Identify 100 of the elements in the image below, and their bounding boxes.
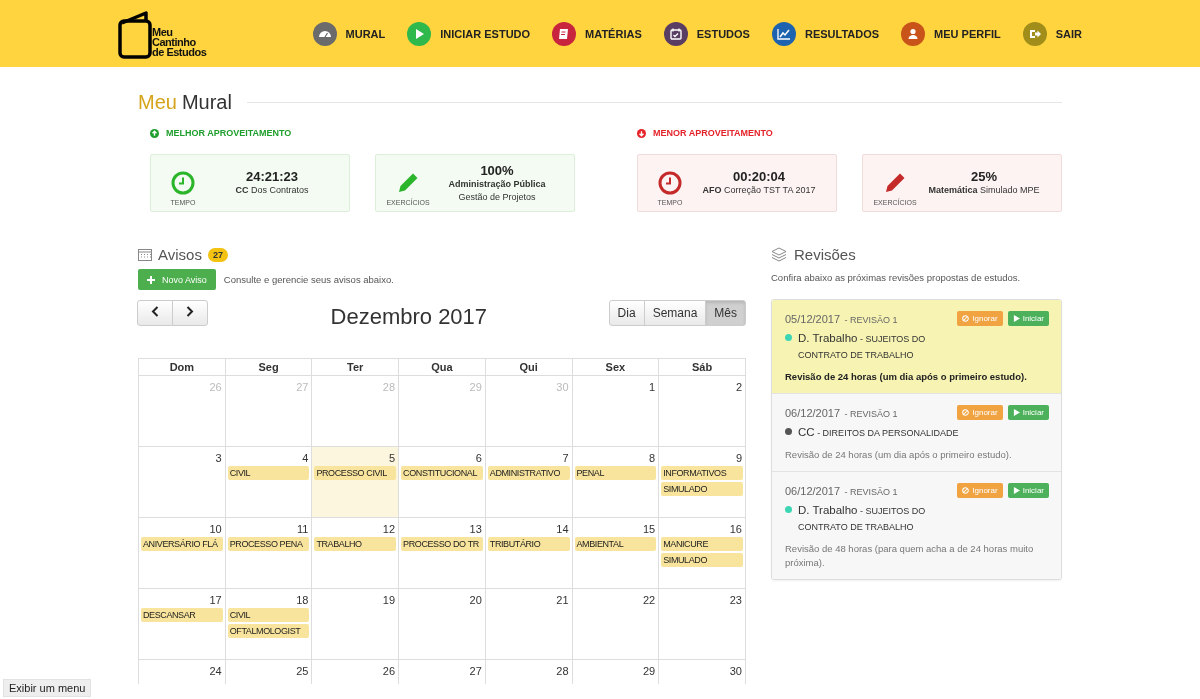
plus-icon (147, 275, 155, 284)
calendar-day[interactable]: 15 AMBIENTAL (572, 517, 659, 589)
calendar-day[interactable]: 3 (138, 446, 226, 518)
day-number: 27 (295, 380, 310, 395)
review-date: 06/12/2017 (785, 485, 841, 497)
clock-icon (171, 170, 195, 195)
chevron-right-icon (186, 306, 194, 317)
calendar-day[interactable]: 9 INFORMATIVOS SIMULADO (658, 446, 746, 518)
ban-icon (962, 408, 970, 416)
day-number: 1 (648, 380, 657, 395)
page-title: Mural (181, 91, 232, 114)
calendar-day[interactable]: 13 PROCESSO DO TR (398, 517, 486, 589)
calendar-day[interactable]: 12 TRABALHO (311, 517, 399, 589)
view-tab[interactable]: Dia (608, 300, 645, 326)
day-number: 27 (468, 664, 483, 679)
stat-value: 25% (971, 169, 997, 184)
hint-text: Consulte e gerencie seus avisos abaixo. (223, 274, 394, 285)
stat-value: 100% (480, 162, 514, 178)
calendar-day[interactable]: 16 MANICURE SIMULADO (658, 517, 746, 589)
calendar-day[interactable]: 6 CONSTITUCIONAL (398, 446, 486, 518)
calendar-day[interactable]: 21 (485, 588, 572, 660)
event-label[interactable]: DESCANSAR (141, 608, 223, 622)
day-number: 24 (208, 664, 223, 679)
calendar-day[interactable]: 23 (658, 588, 746, 660)
event-label[interactable]: SIMULADO (661, 482, 743, 496)
review-date: 06/12/2017 (785, 407, 841, 419)
calendar-day[interactable]: 22 (572, 588, 659, 660)
event-label[interactable]: PROCESSO PENA (227, 537, 310, 551)
calendar-day[interactable]: 14 TRIBUTÁRIO (485, 517, 572, 589)
next-button[interactable] (172, 300, 208, 326)
day-number: 28 (555, 664, 570, 679)
nav-link[interactable]: SAIR (1022, 21, 1082, 46)
event-label[interactable]: CONSTITUCIONAL (401, 466, 483, 480)
nav-link[interactable]: MURAL (312, 21, 386, 46)
previous-button[interactable] (137, 300, 173, 326)
day-number: 19 (381, 593, 397, 608)
calendar-day[interactable]: 18 CIVIL OFTALMOLOGIST (225, 588, 312, 660)
calendar-icon (138, 248, 152, 261)
weekday-header: Ter (311, 358, 399, 376)
event-label[interactable]: CIVIL (227, 466, 310, 480)
day-number: 11 (296, 522, 310, 537)
event-label[interactable]: PENAL (574, 466, 657, 480)
group-label: MENOR APROVEITAMENTO (653, 128, 773, 138)
view-tab[interactable]: Mês (705, 300, 746, 326)
event-label[interactable]: INFORMATIVOS (661, 466, 743, 480)
calendar-day[interactable]: 5 PROCESSO CIVIL (311, 446, 399, 518)
calendar-day[interactable]: 11 PROCESSO PENA (225, 517, 312, 589)
calendar-title: Dezembro 2017 (330, 304, 488, 330)
calendar-day[interactable]: 4 CIVIL (225, 446, 312, 518)
review-label: - REVISÃO 1 (844, 409, 898, 419)
event-label[interactable]: CIVIL (227, 608, 310, 622)
event-label[interactable]: TRABALHO (314, 537, 397, 551)
event-label[interactable]: PROCESSO CIVIL (314, 466, 397, 480)
calendar-day[interactable]: 24 (138, 659, 226, 684)
nav-link[interactable]: MATÉRIAS (552, 21, 642, 46)
review-date: 05/12/2017 (785, 313, 841, 325)
calendar-day[interactable]: 8 PENAL (572, 446, 659, 518)
review-label: - REVISÃO 1 (844, 315, 898, 325)
nav-link[interactable]: INICIAR ESTUDO (407, 21, 531, 46)
day-number: 7 (561, 451, 570, 466)
play-icon (1012, 314, 1020, 322)
clock-icon (658, 170, 682, 195)
stat-subject: AFO Correção TST TA 2017 (702, 184, 816, 197)
calendar-day[interactable]: 19 (311, 588, 399, 660)
event-label[interactable]: OFTALMOLOGIST (227, 624, 310, 638)
ban-icon (962, 314, 970, 322)
nav-link[interactable]: MEU PERFIL (901, 21, 1001, 46)
calendar-day[interactable]: 20 (398, 588, 486, 660)
event-label[interactable]: MANICURE (661, 537, 743, 551)
event-label[interactable]: TRIBUTÁRIO (487, 537, 570, 551)
event-label[interactable]: ADMINISTRATIVO (487, 466, 570, 480)
day-number: 20 (468, 593, 483, 608)
calendar-day[interactable]: 10 ANIVERSÁRIO FLÁ (138, 517, 226, 589)
day-number: 16 (728, 522, 743, 537)
day-number: 29 (641, 664, 657, 679)
nav-link[interactable]: RESULTADOS (771, 21, 880, 46)
section-title: Avisos (158, 246, 202, 263)
stat-subject: Administração Pública Gestão de Projetos (447, 177, 547, 204)
day-number: 6 (474, 451, 483, 466)
calendar-day[interactable]: 1 (572, 375, 659, 447)
review-note: Revisão de 48 horas (para quem acha a de 24 horas muito próxima). (785, 542, 1035, 570)
event-label[interactable]: ANIVERSÁRIO FLÁ (141, 537, 223, 551)
weekday-header: Sex (572, 358, 659, 376)
section-subtitle: Confira abaixo as próximas revisões propostas de estudos. (771, 272, 1022, 283)
event-label[interactable]: AMBIENTAL (574, 537, 657, 551)
event-label[interactable]: PROCESSO DO TR (401, 537, 483, 551)
review-subject: D. Trabalho - SUJEITOS DO CONTRATO DE TRABALHO (798, 503, 927, 534)
day-number: 26 (208, 380, 223, 395)
calendar-day[interactable]: 7 ADMINISTRATIVO (485, 446, 572, 518)
day-number: 14 (555, 522, 570, 537)
day-number: 12 (381, 522, 397, 537)
nav-link[interactable]: ESTUDOS (663, 21, 750, 46)
stat-value: 24:21:23 (245, 169, 298, 184)
weekday-header: Seg (225, 358, 312, 376)
view-tab[interactable]: Semana (643, 300, 707, 326)
calendar-day[interactable]: 2 (658, 375, 746, 447)
event-label[interactable]: SIMULADO (661, 553, 743, 567)
calendar-day[interactable]: 17 DESCANSAR (138, 588, 226, 660)
day-number: 30 (555, 380, 570, 395)
chevron-left-icon (151, 306, 159, 317)
